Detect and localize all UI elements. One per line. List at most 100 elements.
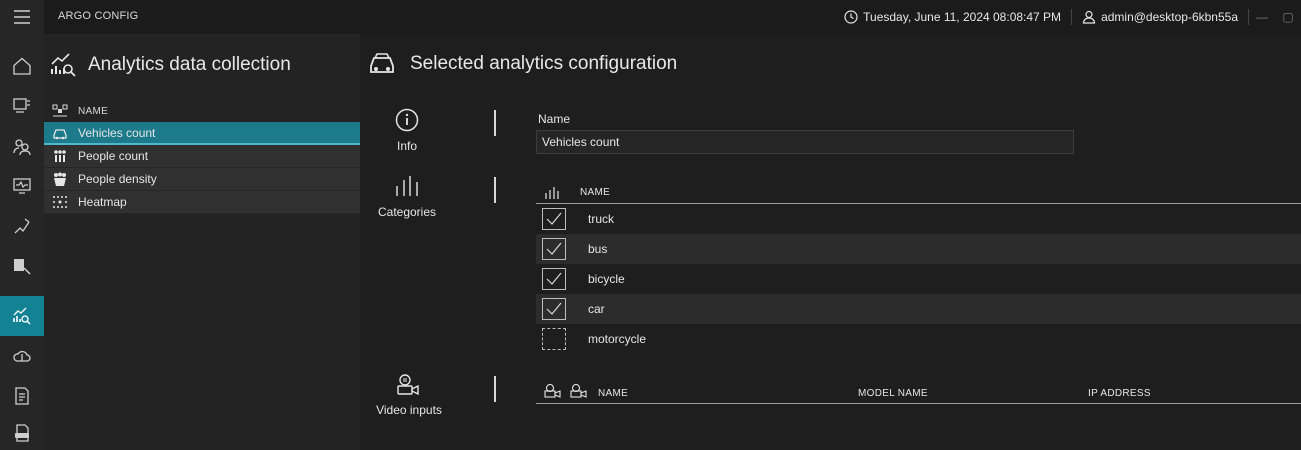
list-item[interactable]: People count xyxy=(44,145,360,168)
camera-question-icon xyxy=(570,384,587,398)
nav-analytics[interactable] xyxy=(0,296,44,336)
categories-name-header[interactable]: NAME xyxy=(580,187,610,198)
devices-icon xyxy=(13,98,30,113)
list-item-label: Vehicles count xyxy=(78,125,156,140)
check-icon xyxy=(546,272,562,285)
list-item[interactable]: Heatmap xyxy=(44,191,360,214)
category-checkbox[interactable] xyxy=(542,298,566,320)
categories-section: Categories xyxy=(362,174,452,219)
category-row: car xyxy=(536,294,1301,324)
users-icon xyxy=(13,139,31,156)
menu-icon xyxy=(14,10,30,24)
report-icon xyxy=(15,387,29,405)
categories-section-label: Categories xyxy=(377,205,437,219)
vehicles-icon xyxy=(370,53,394,73)
list-item-label: People density xyxy=(78,172,157,186)
rules-icon xyxy=(14,218,30,234)
nav-devices[interactable] xyxy=(0,86,44,126)
analytics-list-panel: Analytics data collection NAME Vehicles … xyxy=(44,34,360,450)
camera-edit-icon xyxy=(14,259,31,275)
info-icon xyxy=(395,108,419,132)
ip-address-header[interactable]: IP ADDRESS xyxy=(1088,388,1151,399)
category-label: car xyxy=(588,302,605,316)
restore-button[interactable]: ▢ xyxy=(1275,10,1301,24)
title-bar-right: Tuesday, June 11, 2024 08:08:47 PM admin… xyxy=(834,0,1301,34)
camera-status-icon xyxy=(544,384,561,398)
monitor-icon xyxy=(13,178,31,194)
nav-cloud[interactable] xyxy=(0,336,44,376)
category-checkbox[interactable] xyxy=(542,238,566,260)
check-icon xyxy=(546,212,562,225)
category-label: truck xyxy=(588,212,615,226)
list-item-label: Heatmap xyxy=(78,195,127,209)
video-name-header[interactable]: NAME xyxy=(598,388,628,399)
categories-list: truck bus bicycle car motorcycle xyxy=(536,204,1301,354)
category-row: bus xyxy=(536,234,1301,264)
cloud-icon xyxy=(13,350,31,362)
analytics-icon xyxy=(51,53,76,77)
user-menu[interactable]: admin@desktop-6kbn55a xyxy=(1072,10,1248,24)
datetime-text: Tuesday, June 11, 2024 08:08:47 PM xyxy=(863,10,1062,24)
info-section: Info xyxy=(372,108,442,153)
app-title: ARGO CONFIG xyxy=(58,10,139,22)
category-label: motorcycle xyxy=(588,332,647,346)
divider xyxy=(494,177,496,203)
category-row: bicycle xyxy=(536,264,1301,294)
panel-title: Analytics data collection xyxy=(88,54,291,75)
nav-reports[interactable] xyxy=(0,376,44,416)
info-section-label: Info xyxy=(396,139,417,153)
user-icon xyxy=(1082,10,1096,24)
list-item-label: People count xyxy=(78,149,149,163)
name-field-label: Name xyxy=(538,112,571,126)
navigation-rail xyxy=(0,0,44,450)
name-input[interactable] xyxy=(536,130,1074,154)
column-name-header[interactable]: NAME xyxy=(78,106,108,117)
categories-table-header: NAME xyxy=(536,182,1301,204)
menu-button[interactable] xyxy=(0,0,44,34)
list-item[interactable]: Vehicles count xyxy=(44,122,360,145)
categories-icon xyxy=(545,186,559,199)
people-icon xyxy=(54,150,66,162)
list-column-header: NAME xyxy=(52,104,108,118)
analytics-icon xyxy=(13,307,31,325)
analytics-list: Vehicles count People count People densi… xyxy=(44,122,360,214)
datetime-display: Tuesday, June 11, 2024 08:08:47 PM xyxy=(834,10,1071,24)
check-icon xyxy=(546,302,562,315)
nav-log[interactable] xyxy=(0,416,44,450)
category-checkbox[interactable] xyxy=(542,328,566,350)
list-item[interactable]: People density xyxy=(44,168,360,191)
main-header: Selected analytics configuration xyxy=(368,52,677,76)
nav-camera-edit[interactable] xyxy=(0,246,44,286)
home-icon xyxy=(13,57,31,75)
video-inputs-table-header: NAME MODEL NAME IP ADDRESS xyxy=(536,382,1301,404)
video-inputs-section-label: Video inputs xyxy=(376,403,442,417)
user-name: admin@desktop-6kbn55a xyxy=(1101,10,1238,24)
nav-monitor[interactable] xyxy=(0,166,44,206)
main-title: Selected analytics configuration xyxy=(410,53,678,74)
check-icon xyxy=(546,242,562,255)
analytics-types-icon xyxy=(52,104,68,117)
video-inputs-section: Video inputs xyxy=(364,374,454,417)
configuration-panel: Selected analytics configuration Info Na… xyxy=(360,34,1301,450)
category-checkbox[interactable] xyxy=(542,268,566,290)
divider xyxy=(494,376,496,402)
model-name-header[interactable]: MODEL NAME xyxy=(858,388,928,399)
nav-rules[interactable] xyxy=(0,206,44,246)
category-checkbox[interactable] xyxy=(542,208,566,230)
vehicles-icon xyxy=(53,128,67,139)
log-icon xyxy=(15,424,29,442)
category-label: bicycle xyxy=(588,272,625,286)
clock-icon xyxy=(844,10,858,24)
people-density-icon xyxy=(54,172,66,186)
nav-users[interactable] xyxy=(0,126,44,166)
category-row: truck xyxy=(536,204,1301,234)
categories-icon xyxy=(396,176,418,196)
category-row: motorcycle xyxy=(536,324,1301,354)
minimize-button[interactable]: — xyxy=(1249,10,1275,24)
category-label: bus xyxy=(588,242,608,256)
divider xyxy=(494,110,496,136)
video-input-icon xyxy=(397,374,419,396)
title-bar: ARGO CONFIG Tuesday, June 11, 2024 08:08… xyxy=(0,0,1301,34)
nav-home[interactable] xyxy=(0,46,44,86)
panel-header: Analytics data collection xyxy=(50,52,291,78)
